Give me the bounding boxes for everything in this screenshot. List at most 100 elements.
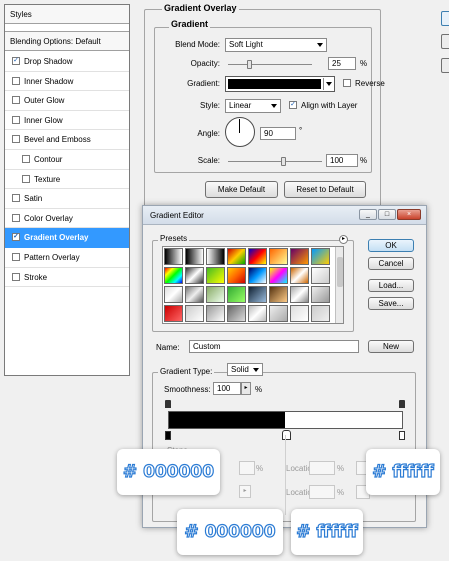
- color-stop-right[interactable]: [399, 431, 405, 440]
- preset-swatch[interactable]: [248, 305, 267, 322]
- style-item-outer-glow[interactable]: Outer Glow: [5, 91, 129, 111]
- color-stop-middle[interactable]: [282, 430, 291, 440]
- style-item-drop-shadow[interactable]: ✓ Drop Shadow: [5, 52, 129, 72]
- opacity-stop-left[interactable]: [165, 400, 171, 408]
- stop-color-arrow-icon[interactable]: ▸: [239, 485, 251, 498]
- style-item-stroke[interactable]: Stroke: [5, 268, 129, 288]
- style-item-texture[interactable]: Texture: [5, 170, 129, 190]
- dialog-new-style-button-partial[interactable]: [441, 58, 449, 73]
- preset-swatch[interactable]: [227, 305, 246, 322]
- preset-swatch[interactable]: [290, 286, 309, 303]
- stop-color-location-field[interactable]: [309, 485, 335, 499]
- scale-slider-thumb[interactable]: [281, 157, 286, 166]
- preset-swatch[interactable]: [206, 305, 225, 322]
- gradient-picker-arrow[interactable]: [323, 78, 334, 90]
- style-checkbox[interactable]: [12, 115, 20, 124]
- name-input[interactable]: Custom: [189, 340, 359, 353]
- cancel-button[interactable]: Cancel: [368, 257, 414, 270]
- close-icon[interactable]: ×: [397, 209, 421, 220]
- style-checkbox[interactable]: ✓: [12, 233, 20, 242]
- load-button[interactable]: Load...: [368, 279, 414, 292]
- style-item-contour[interactable]: Contour: [5, 150, 129, 170]
- preset-swatch[interactable]: [206, 248, 225, 265]
- style-checkbox[interactable]: [12, 96, 20, 105]
- smoothness-arrow-icon[interactable]: ▸: [241, 382, 251, 395]
- stop-opacity-field[interactable]: [239, 461, 255, 475]
- ok-button[interactable]: OK: [368, 239, 414, 252]
- color-stop-left[interactable]: [165, 431, 171, 440]
- minimize-icon[interactable]: _: [359, 209, 377, 220]
- preset-swatch[interactable]: [269, 248, 288, 265]
- preset-swatch[interactable]: [164, 305, 183, 322]
- preset-swatch[interactable]: [206, 286, 225, 303]
- preset-swatch[interactable]: [269, 267, 288, 284]
- preset-swatch[interactable]: [311, 267, 330, 284]
- style-checkbox[interactable]: [22, 155, 30, 163]
- style-checkbox[interactable]: ✓: [12, 57, 20, 65]
- style-checkbox[interactable]: [12, 135, 20, 144]
- preset-swatch[interactable]: [311, 286, 330, 303]
- gradient-editor-titlebar[interactable]: Gradient Editor _ □ ×: [143, 206, 426, 225]
- preset-swatch[interactable]: [290, 267, 309, 284]
- style-checkbox[interactable]: [12, 76, 20, 85]
- style-item-gradient-overlay[interactable]: ✓ Gradient Overlay: [5, 228, 129, 248]
- preset-swatch[interactable]: [164, 286, 183, 303]
- preset-swatch[interactable]: [164, 267, 183, 284]
- preset-swatch[interactable]: [185, 248, 204, 265]
- style-item-pattern-overlay[interactable]: Pattern Overlay: [5, 248, 129, 268]
- opacity-slider[interactable]: [228, 64, 312, 65]
- style-checkbox[interactable]: [12, 194, 20, 203]
- angle-input[interactable]: 90: [260, 127, 296, 140]
- preset-swatch[interactable]: [269, 305, 288, 322]
- dialog-ok-button-partial[interactable]: [441, 11, 449, 26]
- opacity-slider-thumb[interactable]: [247, 60, 252, 69]
- maximize-icon[interactable]: □: [378, 209, 396, 220]
- preset-swatch[interactable]: [227, 286, 246, 303]
- style-checkbox[interactable]: [12, 272, 20, 281]
- style-checkbox[interactable]: [12, 213, 20, 222]
- gradient-bar[interactable]: [168, 411, 403, 429]
- style-item-inner-glow[interactable]: Inner Glow: [5, 111, 129, 131]
- scrollbar-thumb[interactable]: [337, 257, 343, 287]
- style-dropdown[interactable]: Linear: [225, 99, 281, 113]
- preset-swatch[interactable]: [164, 248, 183, 265]
- dialog-cancel-button-partial[interactable]: [441, 34, 449, 49]
- preset-swatch[interactable]: [248, 286, 267, 303]
- preset-swatch[interactable]: [290, 248, 309, 265]
- new-button[interactable]: New: [368, 340, 414, 353]
- gradient-picker[interactable]: [225, 76, 335, 92]
- reset-to-default-button[interactable]: Reset to Default: [284, 181, 366, 198]
- presets-menu-icon[interactable]: ▸: [339, 235, 348, 244]
- style-item-bevel-and-emboss[interactable]: Bevel and Emboss: [5, 130, 129, 150]
- preset-swatch[interactable]: [269, 286, 288, 303]
- blending-options[interactable]: Blending Options: Default: [5, 31, 129, 51]
- preset-swatch[interactable]: [311, 305, 330, 322]
- opacity-input[interactable]: 25: [328, 57, 356, 70]
- scale-input[interactable]: 100: [326, 154, 358, 167]
- opacity-stop-right[interactable]: [399, 400, 405, 408]
- reverse-checkbox[interactable]: [343, 79, 351, 87]
- stop-opacity-location-field[interactable]: [309, 461, 335, 475]
- save-button[interactable]: Save...: [368, 297, 414, 310]
- style-item-satin[interactable]: Satin: [5, 189, 129, 209]
- angle-dial[interactable]: [225, 117, 255, 147]
- preset-swatch[interactable]: [248, 248, 267, 265]
- style-item-inner-shadow[interactable]: Inner Shadow: [5, 72, 129, 92]
- preset-swatch[interactable]: [290, 305, 309, 322]
- presets-grid[interactable]: [162, 246, 344, 324]
- preset-swatch[interactable]: [185, 267, 204, 284]
- gradient-preview[interactable]: [228, 79, 321, 89]
- preset-swatch[interactable]: [185, 305, 204, 322]
- preset-swatch[interactable]: [227, 267, 246, 284]
- styles-header[interactable]: Styles: [5, 5, 129, 24]
- scale-slider[interactable]: [228, 161, 322, 162]
- presets-scrollbar[interactable]: [335, 247, 343, 323]
- style-checkbox[interactable]: [22, 174, 30, 183]
- style-item-color-overlay[interactable]: Color Overlay: [5, 209, 129, 229]
- preset-swatch[interactable]: [206, 267, 225, 284]
- blend-mode-dropdown[interactable]: Soft Light: [225, 38, 327, 52]
- smoothness-input[interactable]: 100: [213, 382, 241, 395]
- preset-swatch[interactable]: [185, 286, 204, 303]
- align-with-layer-checkbox[interactable]: ✓: [289, 101, 297, 109]
- style-checkbox[interactable]: [12, 253, 20, 261]
